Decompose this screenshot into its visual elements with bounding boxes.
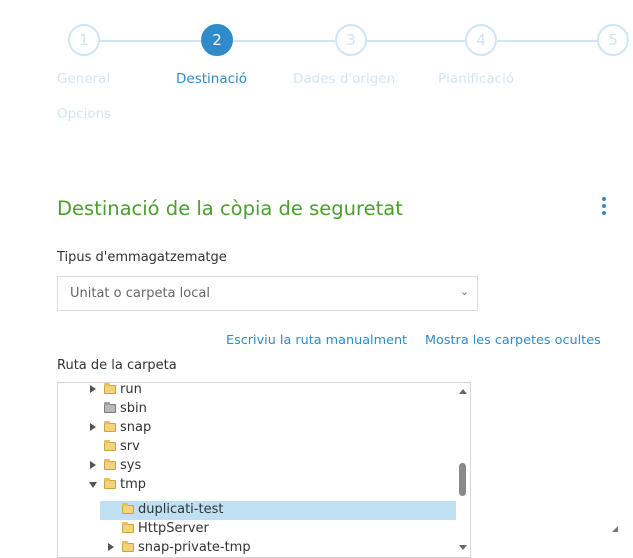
tree-item[interactable]: sbin: [58, 400, 456, 419]
tree-item-label: snap-private-tmp: [138, 540, 251, 555]
folder-icon: [104, 421, 116, 432]
step-1-label-line2[interactable]: Opcions: [57, 106, 111, 122]
scroll-thumb[interactable]: [459, 463, 466, 496]
step-connector: [99, 40, 201, 42]
storage-type-label: Tipus d'emmagatzematge: [57, 250, 227, 265]
collapse-arrow-icon[interactable]: [89, 482, 97, 488]
folder-icon: [104, 478, 116, 489]
step-1-label[interactable]: General: [57, 71, 110, 87]
tree-item-label: snap: [120, 420, 152, 435]
tree-item-label: run: [120, 382, 142, 397]
step-4-circle[interactable]: 4: [465, 24, 497, 56]
show-hidden-folders-link[interactable]: Mostra les carpetes ocultes: [425, 333, 601, 348]
step-5-circle[interactable]: 5: [597, 24, 629, 56]
folder-icon: [122, 503, 134, 514]
expand-arrow-icon[interactable]: [90, 423, 96, 431]
step-2-circle[interactable]: 2: [201, 24, 233, 56]
step-connector: [497, 40, 597, 42]
expand-arrow-icon[interactable]: [90, 385, 96, 393]
tree-item-label: HttpServer: [138, 521, 209, 536]
folder-tree[interactable]: run sbin snap srv sys tmp duplicati-test…: [57, 382, 471, 558]
tree-item-label: sys: [120, 458, 142, 473]
step-connector: [233, 40, 335, 42]
folder-icon: [104, 459, 116, 470]
step-3-label[interactable]: Dades d'origen: [293, 71, 395, 87]
tree-item[interactable]: snap: [58, 419, 456, 438]
folder-icon: [104, 440, 116, 451]
tree-item[interactable]: run: [58, 382, 456, 400]
step-1-circle[interactable]: 1: [68, 24, 100, 56]
tree-item-label: sbin: [120, 401, 147, 416]
tree-item-label: srv: [120, 439, 140, 454]
chevron-down-icon: ⌄: [459, 285, 469, 298]
expand-arrow-icon[interactable]: [90, 461, 96, 469]
tree-item[interactable]: snap-private-tmp: [58, 539, 456, 557]
symlink-folder-icon: [104, 402, 116, 413]
wizard-stepper: 1 2 3 4 5 General Opcions Destinació Dad…: [0, 0, 633, 130]
tree-item[interactable]: sys: [58, 457, 456, 476]
step-2-label[interactable]: Destinació: [176, 71, 247, 87]
step-3-circle[interactable]: 3: [335, 24, 367, 56]
resize-handle-icon[interactable]: [612, 526, 618, 532]
section-title: Destinació de la còpia de seguretat: [57, 197, 403, 220]
tree-item[interactable]: srv: [58, 438, 456, 457]
folder-icon: [122, 522, 134, 533]
step-4-label[interactable]: Planificació: [438, 71, 514, 87]
expand-arrow-icon[interactable]: [108, 543, 114, 551]
folder-icon: [122, 541, 134, 552]
tree-item[interactable]: HttpServer: [58, 520, 456, 539]
scroll-up-arrow-icon[interactable]: [459, 389, 467, 394]
scroll-down-arrow-icon[interactable]: [459, 545, 467, 550]
tree-item-label: duplicati-test: [138, 502, 224, 517]
tree-item-selected[interactable]: duplicati-test: [100, 501, 456, 520]
folder-icon: [104, 383, 116, 394]
storage-type-value: Unitat o carpeta local: [70, 286, 210, 301]
manual-path-link[interactable]: Escriviu la ruta manualment: [226, 333, 407, 348]
folder-path-label: Ruta de la carpeta: [57, 358, 177, 373]
kebab-menu-icon[interactable]: [600, 197, 608, 219]
tree-item[interactable]: tmp: [58, 476, 456, 495]
tree-scrollbar[interactable]: [456, 383, 470, 557]
storage-type-select[interactable]: Unitat o carpeta local ⌄: [57, 276, 478, 311]
tree-item-label: tmp: [120, 477, 147, 492]
step-connector: [367, 40, 465, 42]
